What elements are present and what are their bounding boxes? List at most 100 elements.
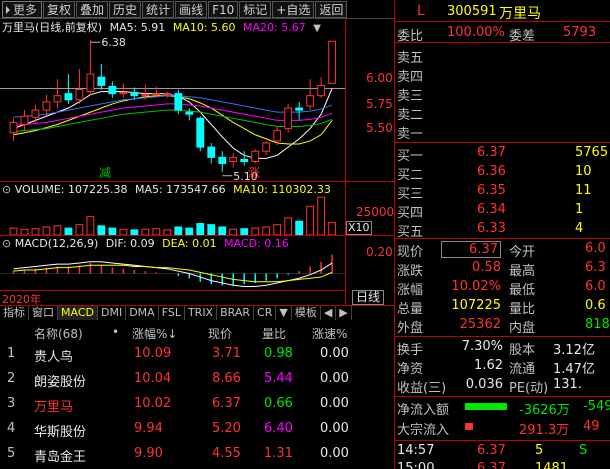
more-button[interactable]: 更多 <box>2 0 43 18</box>
volume-bar-15 <box>174 226 183 235</box>
date-axis-line <box>0 290 345 291</box>
flow-bar <box>465 403 507 410</box>
col-change[interactable]: 涨幅%↓ <box>132 325 177 342</box>
f10-button[interactable]: F10 <box>208 0 239 18</box>
col-speed[interactable]: 涨速% <box>312 325 347 342</box>
stat2-label-2: PE(动) <box>509 381 549 396</box>
row-speed: 0.00 <box>320 446 349 461</box>
buy-price: 6.34 <box>477 202 506 217</box>
volume-divider <box>0 181 394 182</box>
tab-indicator[interactable]: 指标 <box>0 306 29 320</box>
table-row[interactable]: 4 华斯股份 9.94 5.20 6.40 0.00 <box>0 418 394 441</box>
flow-bar <box>465 423 473 430</box>
candle-body-8 <box>97 76 106 86</box>
period-daily-button[interactable]: 日线 <box>352 290 385 305</box>
add-watchlist-button[interactable]: +自选 <box>272 0 315 18</box>
candle-body-21 <box>240 158 249 162</box>
tab-brar[interactable]: BRAR <box>217 306 255 320</box>
stat-label-2: 量比 <box>509 302 536 317</box>
sell-row[interactable]: 卖一 <box>395 122 610 142</box>
buy-row[interactable]: 买三 6.35 11 <box>395 182 610 202</box>
volume-bar-28 <box>317 196 326 235</box>
y-tick-6.00: 6.00 <box>366 71 393 85</box>
flow-label: 大宗流入 <box>397 423 450 438</box>
col-name[interactable]: 名称(68) <box>34 325 83 342</box>
tab-dma[interactable]: DMA <box>126 306 159 320</box>
volume-chart[interactable] <box>0 196 345 235</box>
tab-trix[interactable]: TRIX <box>185 306 218 320</box>
stats-button[interactable]: 统计 <box>142 0 175 18</box>
fuquan-button[interactable]: 复权 <box>43 0 76 18</box>
stat-label: 涨幅 <box>397 283 424 298</box>
dropdown-icon[interactable]: ▼ <box>313 23 321 34</box>
table-row[interactable]: 5 青岛金王 9.90 4.55 1.31 0.00 <box>0 443 394 466</box>
tab-fsl[interactable]: FSL <box>159 306 185 320</box>
volume-info-line: ⊙ VOLUME: 107225.38 MA5: 173547.66 MA10:… <box>2 183 331 196</box>
candle-body-5 <box>64 93 73 101</box>
volume-bar-8 <box>97 225 106 235</box>
stat2-label: 换手 <box>397 343 424 358</box>
row-volume-ratio: 0.66 <box>264 396 293 411</box>
volume-bar-4 <box>53 225 62 235</box>
sell-row[interactable]: 卖二 <box>395 103 610 123</box>
price-y-axis: 6.00 5.75 5.50 <box>346 34 394 180</box>
tab-template[interactable]: 模板 <box>292 306 321 320</box>
tab-window[interactable]: 窗口 <box>29 306 58 320</box>
overlay-button[interactable]: 叠加 <box>76 0 109 18</box>
draw-line-button[interactable]: 画线 <box>175 0 208 18</box>
row-index: 2 <box>7 371 16 386</box>
col-price[interactable]: 现价 <box>208 325 232 342</box>
macd-chart[interactable] <box>0 250 345 290</box>
tab-cr[interactable]: CR <box>254 306 277 320</box>
buy-volume: 11 <box>575 183 592 198</box>
tab-prev-icon[interactable]: ◀ <box>321 306 337 320</box>
sell-row[interactable]: 卖三 <box>395 84 610 104</box>
candle-body-0 <box>9 121 18 134</box>
volume-bar-1 <box>20 228 29 235</box>
buy-row[interactable]: 买五 6.33 4 <box>395 220 610 240</box>
tick-flag: S <box>579 443 588 458</box>
flow-label: 净流入额 <box>397 403 450 418</box>
candle-body-17 <box>196 117 205 148</box>
tab-dmi[interactable]: DMI <box>98 306 127 320</box>
buy-volume: 1 <box>575 202 584 217</box>
stat-row: 现价 6.37 今开 6.0 <box>395 240 610 260</box>
col-volume-ratio[interactable]: 量比 <box>262 325 286 342</box>
price-chart[interactable]: 6.385.10 <box>0 34 345 180</box>
buy-row[interactable]: 买二 6.36 10 <box>395 163 610 183</box>
row-price: 6.37 <box>212 396 241 411</box>
tab-next-icon[interactable]: ▶ <box>336 306 352 320</box>
volume-ma5-label: MA5: 173547.66 <box>134 183 226 196</box>
row-index: 4 <box>7 421 16 436</box>
history-button[interactable]: 历史 <box>109 0 142 18</box>
row-speed: 0.00 <box>320 396 349 411</box>
sell-row[interactable]: 卖四 <box>395 65 610 85</box>
high-label: 6.38 <box>101 36 126 49</box>
volume-label: VOLUME: 107225.38 <box>14 183 128 196</box>
stat2-value-2: 131. <box>553 377 582 392</box>
candle-body-23 <box>262 142 271 152</box>
mark-button[interactable]: 标记 <box>239 0 272 18</box>
buy-volume: 5765 <box>575 145 609 160</box>
table-row[interactable]: 1 贵人鸟 10.09 3.71 0.98 0.00 <box>0 343 394 366</box>
row-volume-ratio: 1.31 <box>264 446 293 461</box>
stat-row: 涨幅 10.02% 最低 6.0 <box>395 278 610 298</box>
table-row[interactable]: 2 朗姿股份 10.04 8.66 5.44 0.00 <box>0 368 394 391</box>
quote-panel: L 300591 万里马 委比 100.00% 委差 5793 卖五 卖四 卖三 卖二… <box>395 0 610 469</box>
weibi-row: 委比 100.00% 委差 5793 <box>395 24 610 44</box>
table-row[interactable]: 3 万里马 10.02 6.37 0.66 0.00 <box>0 393 394 416</box>
stat-label-2: 今开 <box>509 245 536 260</box>
candle-body-27 <box>306 95 315 107</box>
stock-table-body: 1 贵人鸟 10.09 3.71 0.98 0.00 2 朗姿股份 10.04 8.66 5.44 0… <box>0 341 394 469</box>
stat2-value: 0.036 <box>465 377 503 392</box>
back-button[interactable]: 返回 <box>315 0 348 18</box>
stats2-divider <box>395 336 610 337</box>
buy-row[interactable]: 买四 6.34 1 <box>395 201 610 221</box>
candle-body-28 <box>317 84 326 97</box>
stat2-value: 1.62 <box>474 358 503 373</box>
sell-row[interactable]: 卖五 <box>395 46 610 66</box>
volume-bar-22 <box>251 227 260 235</box>
tab-macd[interactable]: MACD <box>58 306 98 320</box>
tab-more-icon[interactable]: ▼ <box>276 306 292 320</box>
buy-row[interactable]: 买一 6.37 5765 <box>395 144 610 164</box>
